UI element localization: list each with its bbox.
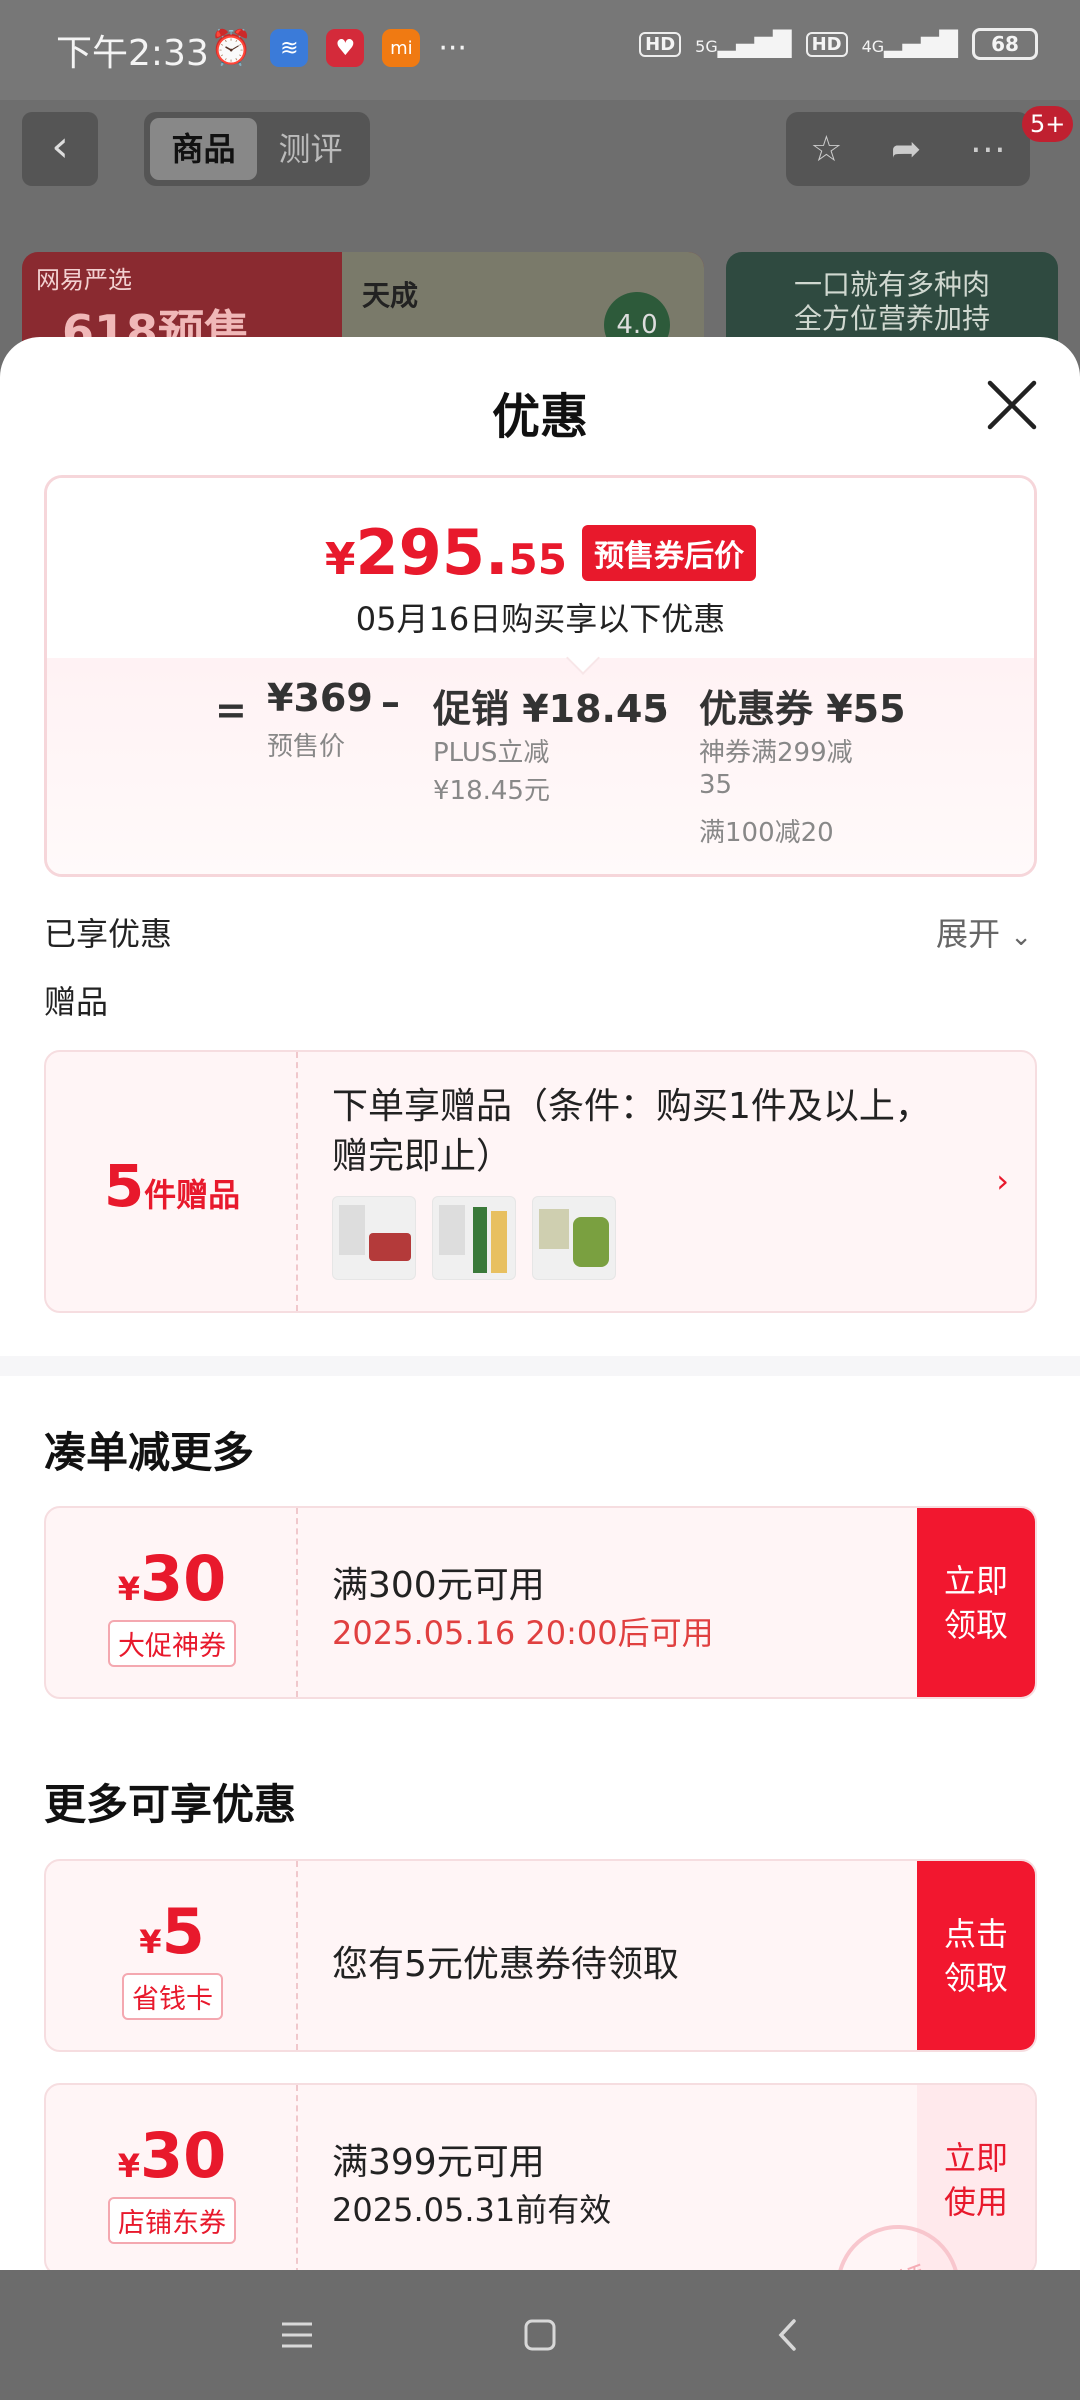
brand-label: 网易严选 xyxy=(36,266,132,294)
chevron-down-icon: ⌄ xyxy=(1010,922,1032,952)
final-price: ¥295.55 xyxy=(324,516,567,589)
system-status: HD 5G▂▄▆█ HD 4G▂▄▆█ 68 xyxy=(639,28,1038,60)
more-notifications-icon: ··· xyxy=(438,30,467,66)
tab-product[interactable]: 商品 xyxy=(150,118,257,180)
coupon-card-promo: ¥30 大促神券 满300元可用 2025.05.16 20:00后可用 立即领… xyxy=(44,1506,1037,1699)
share-icon[interactable]: ➦ xyxy=(891,129,921,170)
alarm-icon: ⏰ xyxy=(210,28,253,68)
coupon-expiry: 2025.05.31前有效 xyxy=(332,2191,612,2229)
battery-indicator: 68 xyxy=(972,28,1038,60)
coupon-amount: ¥5 xyxy=(139,1895,205,1968)
product-brand: 天成 xyxy=(362,279,419,312)
coupon-amount: ¥30 xyxy=(117,2119,227,2192)
notification-icons: ⏰ ≋ ♥ mi ··· xyxy=(210,28,467,68)
gift-card[interactable]: 5件赠品 下单享赠品（条件：购买1件及以上，赠完即止） › xyxy=(44,1050,1037,1313)
mi-app-icon: mi xyxy=(382,29,421,67)
presale-price-label: 预售价 xyxy=(267,732,346,762)
top-actions: ☆ ➦ ⋯ xyxy=(786,112,1030,186)
menu-icon[interactable] xyxy=(272,2310,322,2360)
coupon-card-savings: ¥5 省钱卡 您有5元优惠券待领取 点击领取 xyxy=(44,1859,1037,2052)
chevron-right-icon: › xyxy=(996,1162,1009,1200)
discount-sheet: 优惠 ¥295.55 预售券后价 05月16日购买享以下优惠 = ¥369 预售… xyxy=(0,337,1080,2270)
presale-coupon-price-tag: 预售券后价 xyxy=(582,525,757,581)
gift-condition: 下单享赠品（条件：购买1件及以上，赠完即止） xyxy=(332,1086,931,1177)
signal-5g-icon: 5G▂▄▆█ xyxy=(695,30,792,58)
coupon-description: 您有5元优惠券待领取 xyxy=(332,1944,679,1985)
click-claim-button[interactable]: 点击领取 xyxy=(917,1861,1035,2050)
coupon-condition: 满300元可用 xyxy=(332,1565,545,1606)
coupon-sub-2: 35 xyxy=(699,770,733,800)
claim-now-button[interactable]: 立即领取 xyxy=(917,1508,1035,1697)
coupon-condition: 满399元可用 xyxy=(332,2142,545,2183)
back-nav-icon[interactable] xyxy=(764,2310,814,2360)
back-button[interactable]: ‹ xyxy=(22,112,98,186)
promo-discount: 促销 ¥18.45 xyxy=(433,687,669,731)
equals-sign: = xyxy=(215,688,247,732)
coupon-sub-3: 满100减20 xyxy=(699,818,834,848)
coupon-valid-time: 2025.05.16 20:00后可用 xyxy=(332,1614,714,1652)
enjoyed-discounts-label: 已享优惠 xyxy=(44,915,173,953)
presale-price: ¥369 xyxy=(267,676,373,720)
status-bar: 下午2:33 ⏰ ≋ ♥ mi ··· HD 5G▂▄▆█ HD 4G▂▄▆█ … xyxy=(0,0,1080,100)
promo-sub-1: PLUS立减 xyxy=(433,738,550,768)
gift-label: 赠品 xyxy=(44,983,109,1021)
price-breakdown: ¥295.55 预售券后价 05月16日购买享以下优惠 = ¥369 预售价 –… xyxy=(44,475,1037,877)
tab-switcher: 商品 测评 xyxy=(144,112,370,186)
layers-app-icon: ≋ xyxy=(270,29,309,67)
gift-thumbnails xyxy=(332,1196,616,1280)
gift-count: 5件赠品 xyxy=(103,1152,241,1220)
price-calculation: = ¥369 预售价 – 促销 ¥18.45 PLUS立减 ¥18.45元 – … xyxy=(47,658,1034,874)
system-navigation-bar xyxy=(0,2270,1080,2400)
minus-sign-2: – xyxy=(647,680,666,724)
coupon-discount: 优惠券 ¥55 xyxy=(699,687,906,731)
sheet-title: 优惠 xyxy=(491,389,588,445)
section-more-savings-title: 凑单减更多 xyxy=(44,1428,255,1477)
signal-4g-icon: 4G▂▄▆█ xyxy=(861,30,958,58)
gift-image-1 xyxy=(332,1196,416,1280)
home-icon[interactable] xyxy=(515,2310,565,2360)
message-badge: 5+ xyxy=(1022,106,1074,142)
purchase-date-note: 05月16日购买享以下优惠 xyxy=(355,600,726,638)
coupon-sub-1: 神券满299减 xyxy=(699,738,853,768)
coupon-type-tag: 省钱卡 xyxy=(122,1973,223,2020)
minus-sign: – xyxy=(381,680,400,724)
section-divider xyxy=(0,1356,1080,1376)
gift-image-3 xyxy=(532,1196,616,1280)
favorite-star-icon[interactable]: ☆ xyxy=(810,129,842,170)
tab-review[interactable]: 测评 xyxy=(257,118,364,180)
coupon-type-tag: 店铺东券 xyxy=(108,2197,236,2244)
coupon-type-tag: 大促神券 xyxy=(108,1620,236,1667)
more-icon[interactable]: ⋯ xyxy=(970,129,1006,170)
coupon-amount: ¥30 xyxy=(117,1542,227,1615)
close-icon[interactable] xyxy=(984,377,1040,433)
expand-toggle[interactable]: 展开 ⌄ xyxy=(936,909,1032,955)
section-more-offers-title: 更多可享优惠 xyxy=(44,1780,297,1829)
promo-sub-2: ¥18.45元 xyxy=(433,776,550,806)
clock: 下午2:33 xyxy=(56,33,209,74)
hd-icon: HD xyxy=(639,31,682,57)
heart-app-icon: ♥ xyxy=(326,29,365,67)
gift-image-2 xyxy=(432,1196,516,1280)
hd-icon-2: HD xyxy=(805,31,848,57)
